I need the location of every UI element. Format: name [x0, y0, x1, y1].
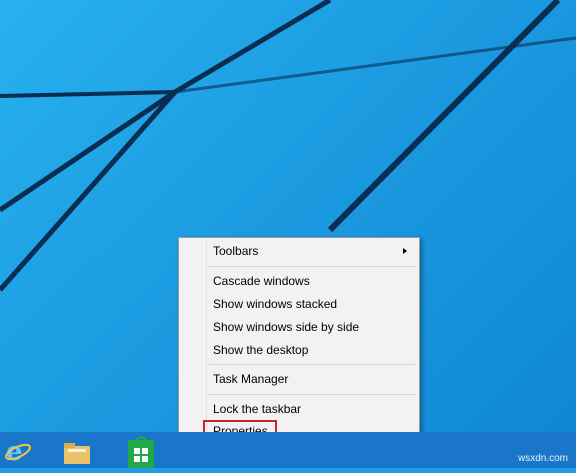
taskbar-context-menu: Toolbars Cascade windows Show windows st…: [178, 237, 420, 443]
watermark: wsxdn.com: [517, 453, 568, 464]
menu-item-show-windows-stacked[interactable]: Show windows stacked: [179, 293, 419, 315]
menu-item-label: Show windows stacked: [213, 297, 338, 311]
menu-item-label: Toolbars: [213, 244, 259, 258]
menu-item-show-windows-side-by-side[interactable]: Show windows side by side: [179, 316, 419, 338]
menu-separator: [209, 266, 415, 267]
store-icon[interactable]: [126, 436, 154, 468]
file-explorer-icon[interactable]: [62, 436, 90, 466]
menu-item-label: Show windows side by side: [213, 320, 360, 334]
menu-item-lock-the-taskbar[interactable]: Lock the taskbar: [179, 398, 419, 420]
menu-item-label: Show the desktop: [213, 343, 309, 357]
menu-item-task-manager[interactable]: Task Manager: [179, 368, 419, 390]
menu-item-label: Task Manager: [213, 372, 289, 386]
menu-separator: [209, 394, 415, 395]
menu-item-label: Cascade windows: [213, 274, 310, 288]
submenu-arrow-icon: [403, 248, 407, 254]
menu-item-show-the-desktop[interactable]: Show the desktop: [179, 339, 419, 361]
menu-item-label: Lock the taskbar: [213, 402, 302, 416]
internet-explorer-icon[interactable]: e: [4, 436, 32, 467]
menu-item-cascade-windows[interactable]: Cascade windows: [179, 270, 419, 292]
menu-separator: [209, 364, 415, 365]
taskbar[interactable]: e wsxdn.com: [0, 432, 576, 468]
menu-item-toolbars[interactable]: Toolbars: [179, 240, 419, 262]
